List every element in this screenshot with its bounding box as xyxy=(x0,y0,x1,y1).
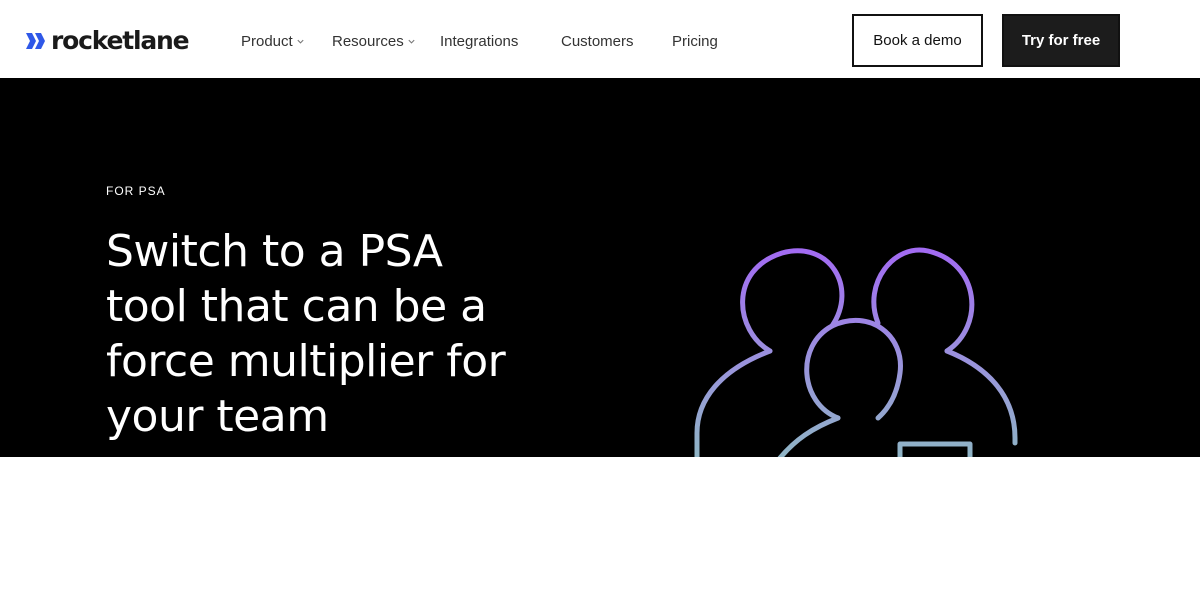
nav-item-resources[interactable]: Resources xyxy=(332,31,416,51)
chevron-down-icon xyxy=(408,39,415,44)
double-chevron-right-icon xyxy=(26,33,45,49)
chevron-down-icon xyxy=(297,39,304,44)
nav-item-label: Product xyxy=(241,32,293,50)
hero-eyebrow: FOR PSA xyxy=(106,184,166,198)
nav-item-label: Resources xyxy=(332,32,404,50)
nav-item-customers[interactable]: Customers xyxy=(561,31,634,51)
hero-headline: Switch to a PSA tool that can be a force… xyxy=(106,226,506,442)
team-people-icon xyxy=(694,247,1018,457)
nav-item-label: Customers xyxy=(561,32,634,50)
nav-item-product[interactable]: Product xyxy=(241,31,305,51)
logo[interactable]: rocketlane xyxy=(25,26,190,56)
nav-item-integrations[interactable]: Integrations xyxy=(440,31,518,51)
nav-item-pricing[interactable]: Pricing xyxy=(672,31,718,51)
nav-item-label: Pricing xyxy=(672,32,718,50)
book-demo-button[interactable]: Book a demo xyxy=(852,14,983,67)
try-for-free-button[interactable]: Try for free xyxy=(1002,14,1120,67)
nav-item-label: Integrations xyxy=(440,32,519,50)
hero-section: FOR PSA Switch to a PSA tool that can be… xyxy=(0,78,1200,457)
logo-text: rocketlane xyxy=(51,26,190,55)
site-header: rocketlane Product Resources Integration… xyxy=(0,0,1200,78)
page-content-area xyxy=(0,457,1200,600)
